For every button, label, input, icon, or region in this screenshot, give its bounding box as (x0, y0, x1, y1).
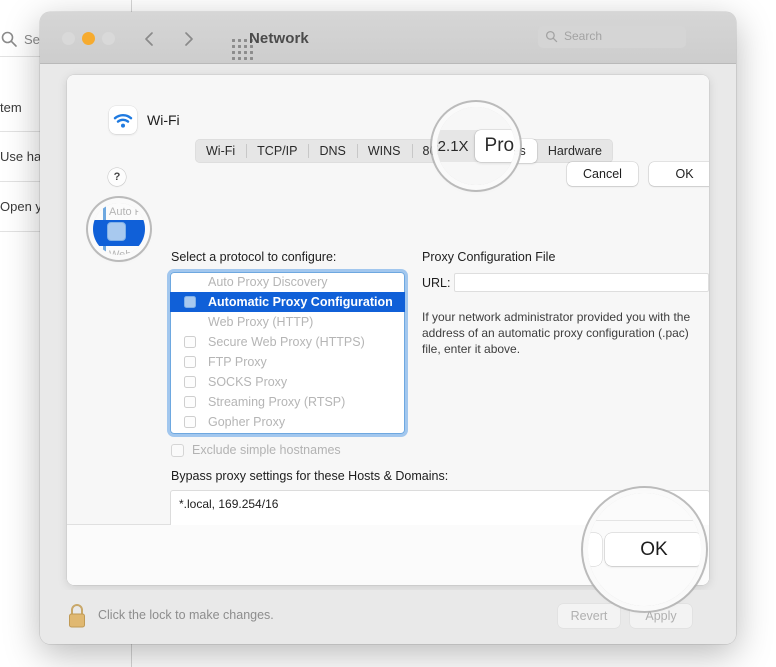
tab-wins[interactable]: WINS (356, 139, 412, 163)
tab-dns[interactable]: DNS (308, 139, 356, 163)
background-item-2[interactable]: Open y (0, 199, 42, 214)
window-titlebar: Network Search (40, 12, 736, 64)
apply-button[interactable]: Apply (630, 604, 692, 628)
list-item[interactable]: Gopher Proxy (170, 412, 405, 432)
lock-message: Click the lock to make changes. (98, 608, 274, 622)
checkbox[interactable] (184, 416, 196, 428)
proxies-sheet: Wi-Fi Wi-Fi TCP/IP DNS WINS 802.1X Proxi… (67, 75, 709, 585)
tab-bar: Wi-Fi TCP/IP DNS WINS 802.1X Proxies Har… (195, 139, 613, 163)
proxy-config-file-title: Proxy Configuration File (422, 250, 556, 264)
checkbox[interactable] (184, 376, 196, 388)
minimize-button[interactable] (82, 32, 95, 45)
ok-button[interactable]: OK (649, 162, 709, 186)
list-item[interactable]: FTP Proxy (170, 352, 405, 372)
bypass-label: Bypass proxy settings for these Hosts & … (171, 469, 449, 483)
list-item[interactable]: Secure Web Proxy (HTTPS) (170, 332, 405, 352)
checkbox[interactable] (184, 356, 196, 368)
zoom-button[interactable] (102, 32, 115, 45)
close-button[interactable] (62, 32, 75, 45)
search-icon (1, 31, 17, 47)
list-item[interactable]: SOCKS Proxy (170, 372, 405, 392)
url-input[interactable] (454, 273, 709, 292)
checkbox[interactable] (184, 296, 196, 308)
checkbox[interactable] (171, 443, 184, 457)
background-item-0[interactable]: tem (0, 100, 22, 115)
list-item-label: SOCKS Proxy (208, 375, 288, 389)
background-item-1[interactable]: Use ha (0, 149, 41, 164)
tab-hardware[interactable]: Hardware (537, 139, 613, 163)
search-input[interactable]: Search (538, 26, 686, 48)
lock-icon[interactable] (66, 602, 88, 630)
cancel-button[interactable]: Cancel (567, 162, 638, 186)
tab-8021x[interactable]: 802.1X (411, 139, 474, 163)
search-placeholder: Search (564, 29, 603, 43)
network-preferences-window: Network Search Wi-Fi Wi-Fi TCP/IP DNS WI… (40, 12, 736, 644)
list-item-label: Streaming Proxy (RTSP) (208, 395, 346, 409)
checkbox[interactable] (184, 336, 196, 348)
protocol-section-label: Select a protocol to configure: (171, 250, 337, 264)
list-item[interactable]: Auto Proxy Discovery (170, 272, 405, 292)
list-item-label: Secure Web Proxy (HTTPS) (208, 335, 365, 349)
list-item-label: Automatic Proxy Configuration (208, 295, 393, 309)
lock-bar: Click the lock to make changes. Revert A… (40, 590, 736, 644)
wifi-icon (109, 106, 137, 134)
exclude-simple-hostnames-label: Exclude simple hostnames (192, 443, 341, 457)
list-item-label: Auto Proxy Discovery (208, 275, 328, 289)
checkbox[interactable] (184, 396, 196, 408)
sheet-footer (67, 525, 709, 585)
protocol-list[interactable]: Auto Proxy Discovery Automatic Proxy Con… (170, 272, 405, 434)
revert-button[interactable]: Revert (558, 604, 620, 628)
list-item[interactable]: Web Proxy (HTTP) (170, 312, 405, 332)
list-item-label: Gopher Proxy (208, 415, 286, 429)
tab-wifi[interactable]: Wi-Fi (195, 139, 246, 163)
back-arrow-icon[interactable] (140, 29, 160, 49)
forward-arrow-icon[interactable] (178, 29, 198, 49)
proxy-config-hint: If your network administrator provided y… (422, 310, 691, 356)
url-label: URL: (422, 276, 451, 290)
list-item-label: FTP Proxy (208, 355, 267, 369)
list-item-label: Web Proxy (HTTP) (208, 315, 314, 329)
tab-proxies[interactable]: Proxies (473, 139, 537, 163)
search-icon (545, 30, 558, 43)
tab-tcpip[interactable]: TCP/IP (246, 139, 308, 163)
window-title: Network (249, 30, 309, 47)
list-item[interactable]: Automatic Proxy Configuration (170, 292, 405, 312)
screen: Se tem Use ha Open y Network Search Wi-F… (0, 0, 776, 667)
service-name: Wi-Fi (147, 112, 180, 128)
background-search-placeholder: Se (24, 32, 40, 47)
help-button[interactable]: ? (108, 168, 126, 186)
exclude-simple-hostnames-checkbox[interactable]: Exclude simple hostnames (171, 443, 341, 457)
list-item[interactable]: Streaming Proxy (RTSP) (170, 392, 405, 412)
